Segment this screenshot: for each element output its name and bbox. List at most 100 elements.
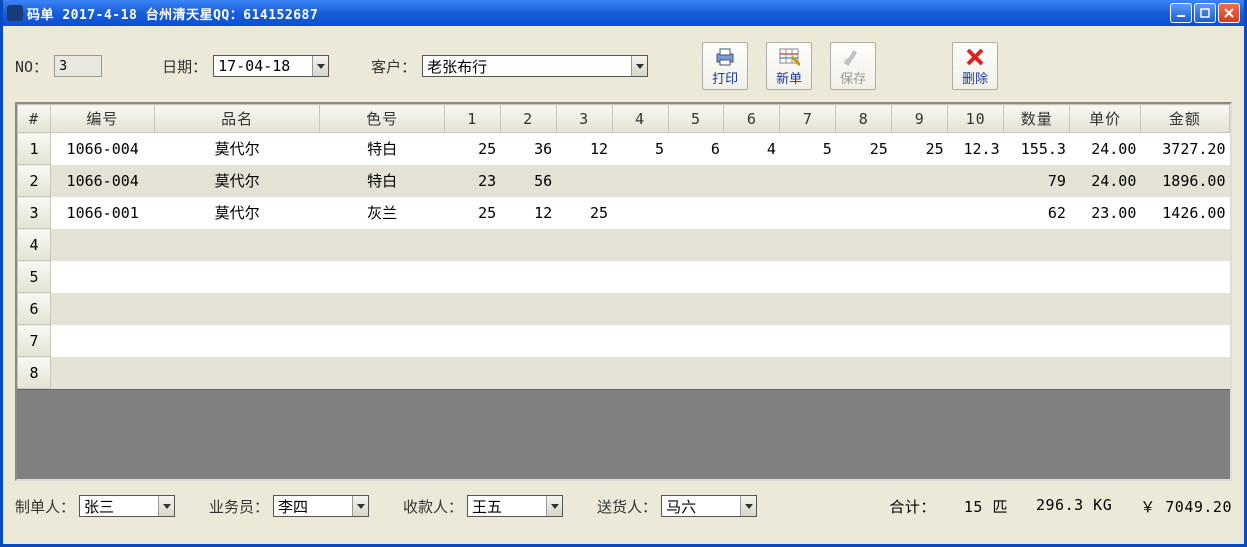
shipper-select[interactable]: 马六 xyxy=(661,495,757,517)
cell[interactable] xyxy=(1070,261,1140,293)
cell[interactable] xyxy=(556,165,612,197)
cell[interactable]: 12.3 xyxy=(948,133,1004,165)
cell[interactable]: 155.3 xyxy=(1004,133,1070,165)
maximize-button[interactable] xyxy=(1194,3,1216,23)
col-name[interactable]: 品名 xyxy=(154,105,320,133)
cell[interactable] xyxy=(612,261,668,293)
cell[interactable]: 25 xyxy=(892,133,948,165)
cell[interactable]: 特白 xyxy=(320,165,444,197)
cell[interactable]: 1426.00 xyxy=(1140,197,1229,229)
cell[interactable] xyxy=(500,325,556,357)
cell[interactable] xyxy=(836,197,892,229)
cell[interactable] xyxy=(154,229,320,261)
cell[interactable]: 62 xyxy=(1004,197,1070,229)
cell[interactable] xyxy=(1004,325,1070,357)
cell[interactable] xyxy=(1004,229,1070,261)
cell[interactable]: 灰兰 xyxy=(320,197,444,229)
cell[interactable] xyxy=(1070,229,1140,261)
col-6[interactable]: 6 xyxy=(724,105,780,133)
cell[interactable]: 1896.00 xyxy=(1140,165,1229,197)
data-grid[interactable]: # 编号 品名 色号 1 2 3 4 5 6 7 8 9 10 xyxy=(15,102,1232,481)
cell[interactable] xyxy=(1070,357,1140,389)
cell[interactable] xyxy=(500,357,556,389)
cell[interactable] xyxy=(500,261,556,293)
dropdown-icon[interactable] xyxy=(352,496,368,516)
cell[interactable] xyxy=(51,325,155,357)
col-code[interactable]: 编号 xyxy=(51,105,155,133)
dropdown-icon[interactable] xyxy=(158,496,174,516)
cell[interactable] xyxy=(1140,261,1229,293)
col-4[interactable]: 4 xyxy=(612,105,668,133)
cell[interactable] xyxy=(948,261,1004,293)
cell[interactable] xyxy=(1004,293,1070,325)
cell[interactable] xyxy=(1070,293,1140,325)
delete-button[interactable]: 删除 xyxy=(952,42,998,90)
cell[interactable] xyxy=(948,293,1004,325)
cell[interactable] xyxy=(556,229,612,261)
col-1[interactable]: 1 xyxy=(444,105,500,133)
cell[interactable] xyxy=(1070,325,1140,357)
cashier-select[interactable]: 王五 xyxy=(467,495,563,517)
cell[interactable]: 4 xyxy=(18,229,51,261)
cell[interactable] xyxy=(948,165,1004,197)
cell[interactable] xyxy=(51,293,155,325)
cell[interactable] xyxy=(836,357,892,389)
cell[interactable]: 莫代尔 xyxy=(154,197,320,229)
col-10[interactable]: 10 xyxy=(948,105,1004,133)
cell[interactable] xyxy=(836,229,892,261)
cell[interactable] xyxy=(51,357,155,389)
cell[interactable] xyxy=(724,229,780,261)
cell[interactable] xyxy=(668,165,724,197)
table-row[interactable]: 11066-004莫代尔特白2536125645252512.3155.324.… xyxy=(18,133,1230,165)
cell[interactable]: 25 xyxy=(556,197,612,229)
cell[interactable]: 3727.20 xyxy=(1140,133,1229,165)
cell[interactable] xyxy=(892,357,948,389)
col-amount[interactable]: 金额 xyxy=(1140,105,1229,133)
cell[interactable] xyxy=(892,165,948,197)
cell[interactable] xyxy=(612,325,668,357)
cell[interactable] xyxy=(836,293,892,325)
col-price[interactable]: 单价 xyxy=(1070,105,1140,133)
cell[interactable] xyxy=(320,293,444,325)
cell[interactable] xyxy=(780,229,836,261)
cell[interactable] xyxy=(320,357,444,389)
cell[interactable]: 25 xyxy=(444,133,500,165)
cell[interactable] xyxy=(154,357,320,389)
dropdown-icon[interactable] xyxy=(740,496,756,516)
dropdown-icon[interactable] xyxy=(312,56,328,76)
cell[interactable] xyxy=(556,261,612,293)
cell[interactable]: 5 xyxy=(612,133,668,165)
cell[interactable] xyxy=(51,229,155,261)
cell[interactable] xyxy=(444,325,500,357)
cell[interactable] xyxy=(612,197,668,229)
cell[interactable] xyxy=(1140,229,1229,261)
cell[interactable] xyxy=(892,261,948,293)
cell[interactable]: 56 xyxy=(500,165,556,197)
cell[interactable] xyxy=(948,197,1004,229)
cell[interactable] xyxy=(780,261,836,293)
cell[interactable] xyxy=(556,293,612,325)
cell[interactable]: 莫代尔 xyxy=(154,165,320,197)
print-button[interactable]: 打印 xyxy=(702,42,748,90)
cell[interactable]: 4 xyxy=(724,133,780,165)
cell[interactable] xyxy=(1004,357,1070,389)
cell[interactable]: 7 xyxy=(18,325,51,357)
cell[interactable] xyxy=(892,229,948,261)
col-3[interactable]: 3 xyxy=(556,105,612,133)
cell[interactable]: 5 xyxy=(780,133,836,165)
cell[interactable]: 1066-004 xyxy=(51,165,155,197)
cell[interactable] xyxy=(836,165,892,197)
close-button[interactable] xyxy=(1218,3,1240,23)
cell[interactable]: 莫代尔 xyxy=(154,133,320,165)
cell[interactable]: 1 xyxy=(18,133,51,165)
table-row[interactable]: 21066-004莫代尔特白23567924.001896.00 xyxy=(18,165,1230,197)
cell[interactable]: 3 xyxy=(18,197,51,229)
cell[interactable] xyxy=(948,229,1004,261)
cell[interactable] xyxy=(1004,261,1070,293)
cell[interactable]: 23 xyxy=(444,165,500,197)
table-row[interactable]: 4 xyxy=(18,229,1230,261)
no-input[interactable] xyxy=(54,55,102,77)
cell[interactable]: 1066-001 xyxy=(51,197,155,229)
col-idx[interactable]: # xyxy=(18,105,51,133)
cell[interactable] xyxy=(444,261,500,293)
